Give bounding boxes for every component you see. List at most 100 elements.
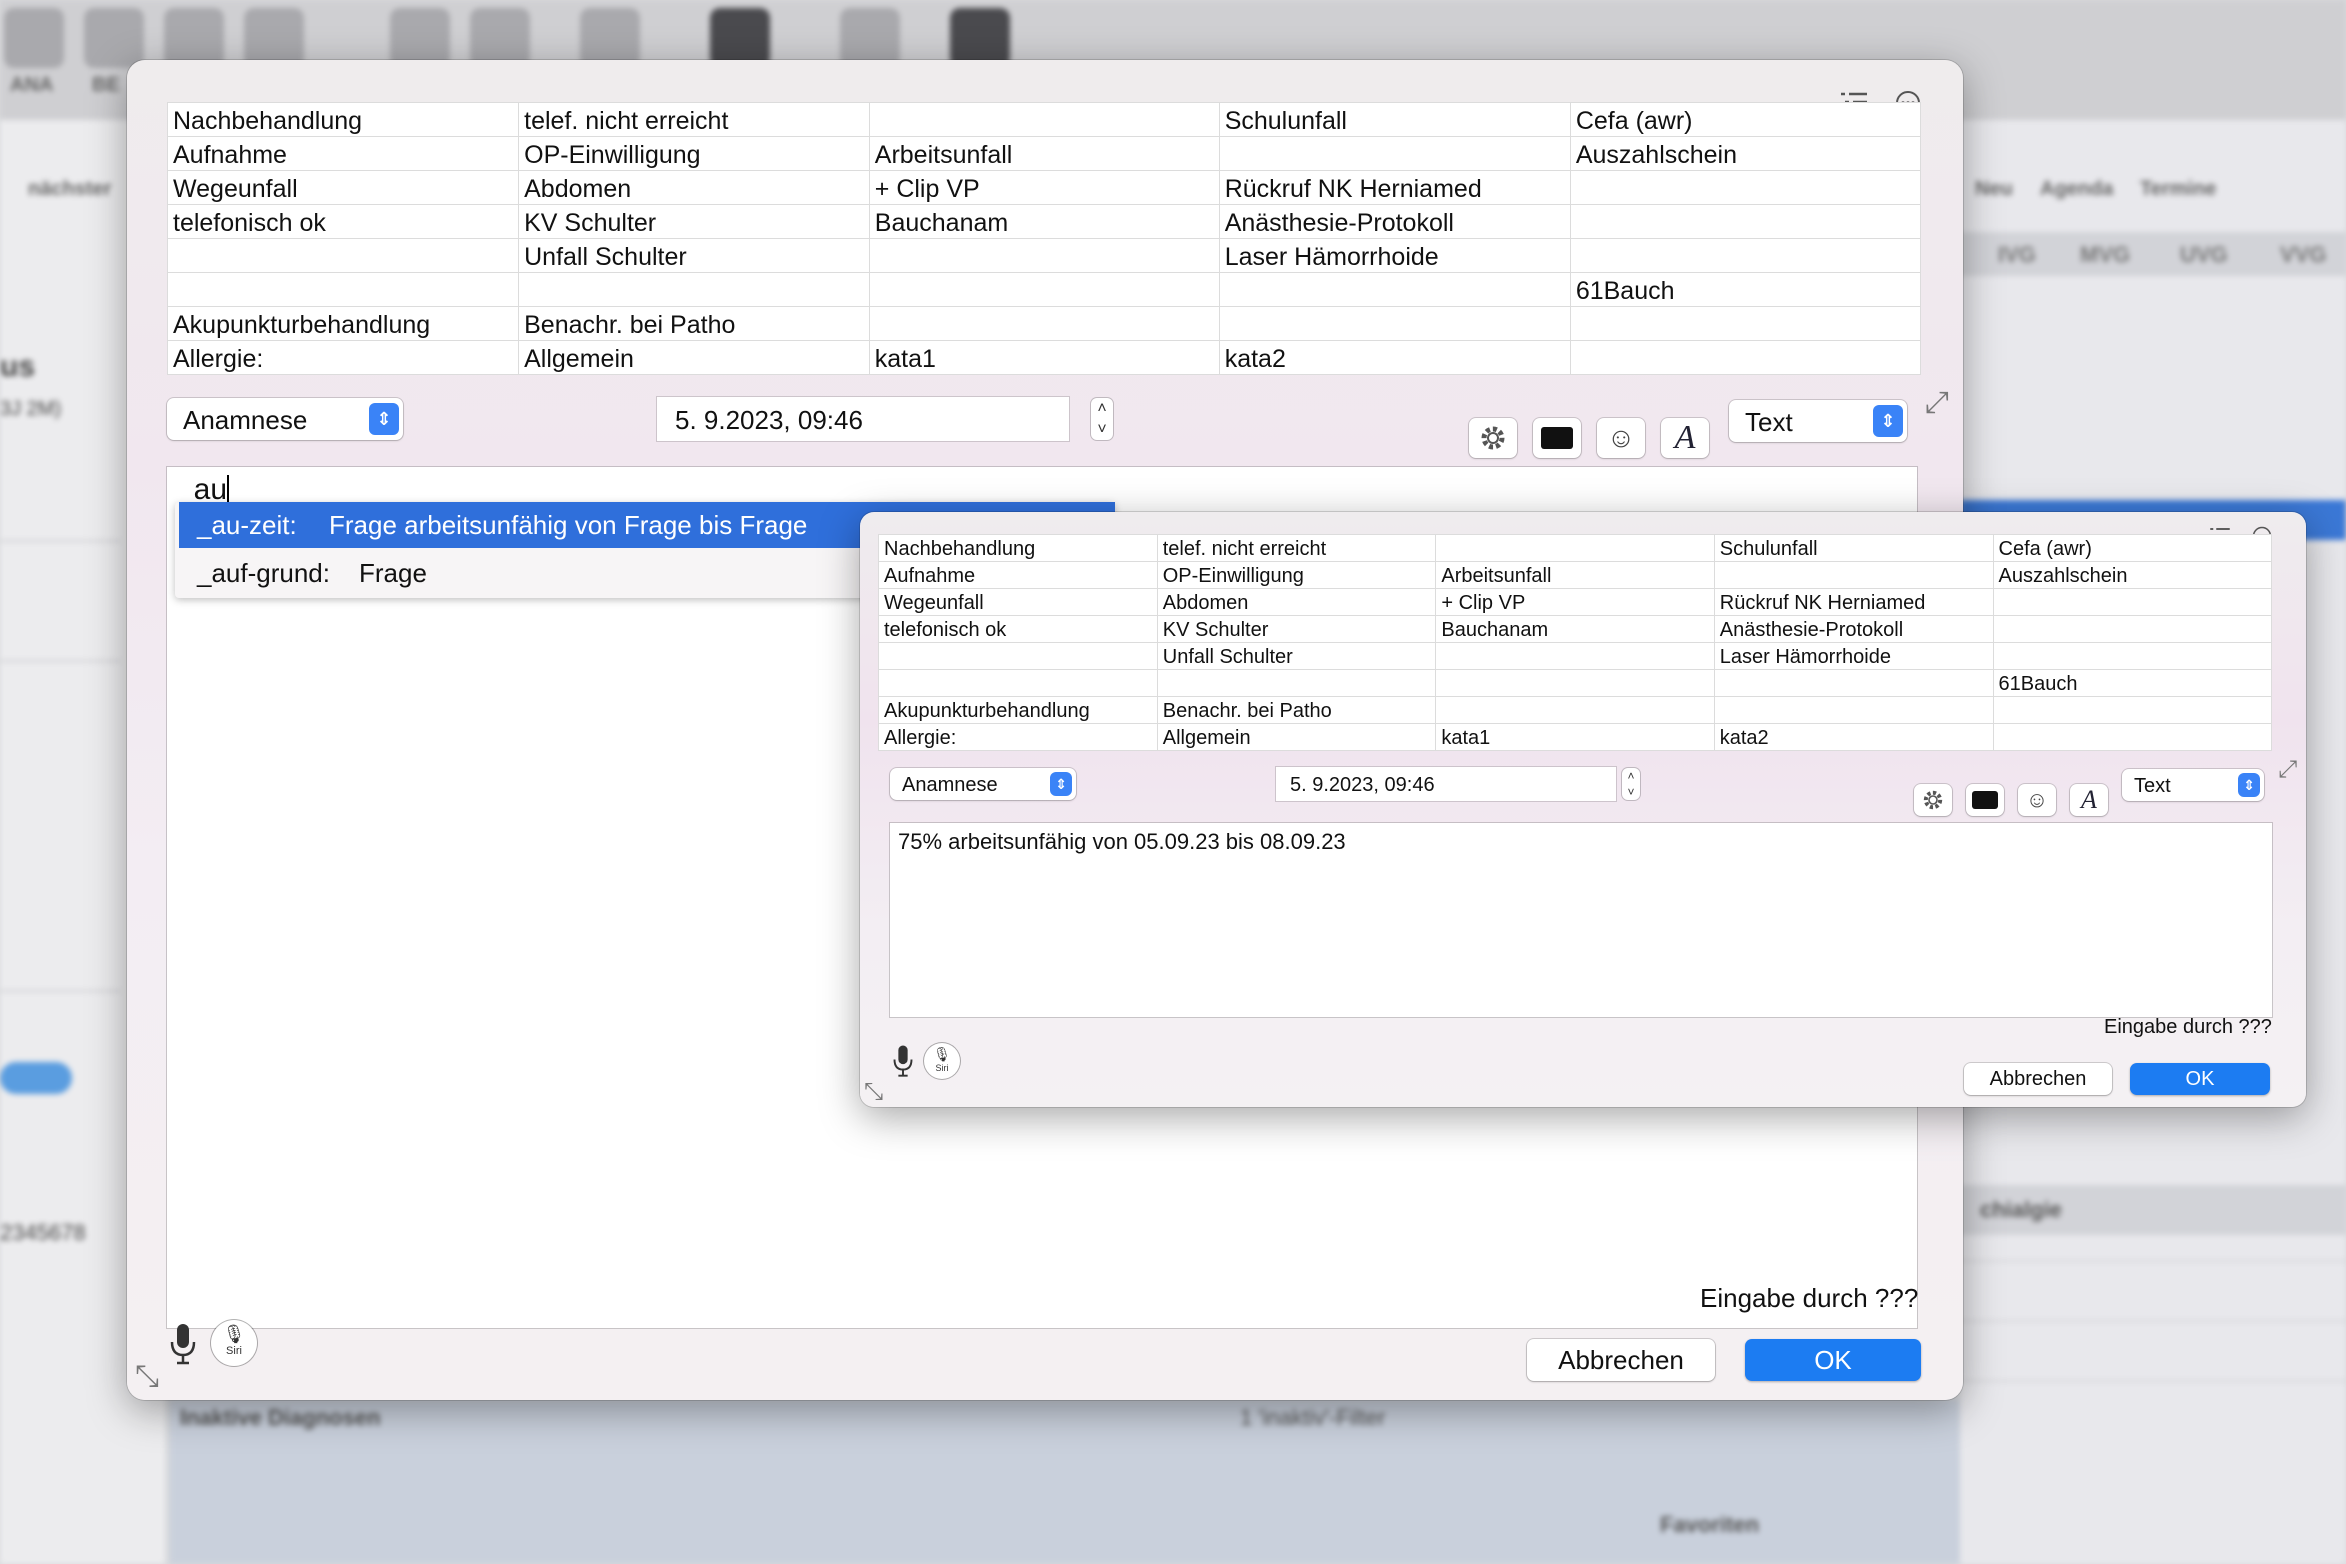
syringe-icon: [580, 8, 640, 68]
grid-cell[interactable]: Allergie:: [878, 723, 1158, 751]
grid-cell[interactable]: Allgemein: [1156, 723, 1437, 751]
grid-cell[interactable]: Wegeunfall: [878, 588, 1158, 616]
cancel-button[interactable]: Abbrechen: [1964, 1063, 2112, 1095]
grid-row: Allergie: Allgemein kata1 kata2: [878, 723, 2272, 751]
emoji-button[interactable]: ☺: [1597, 418, 1645, 458]
grid-cell[interactable]: Auszahlschein: [1992, 561, 2272, 589]
grid-cell[interactable]: Arbeitsunfall: [868, 136, 1220, 171]
grid-cell[interactable]: Bauchanam: [1435, 615, 1715, 643]
grid-cell[interactable]: kata2: [1713, 723, 1994, 751]
tab: UVG: [2180, 242, 2228, 267]
grid-cell[interactable]: Schulunfall: [1218, 102, 1571, 137]
grid-cell[interactable]: Cefa (awr): [1992, 534, 2272, 562]
filter-label: 1 'inaktiv'-Filter: [1240, 1405, 1386, 1430]
grid-cell[interactable]: OP-Einwilligung: [518, 136, 870, 171]
ok-button[interactable]: OK: [2130, 1063, 2270, 1095]
collapse-icon[interactable]: ⤡: [864, 1078, 883, 1106]
settings-button[interactable]: [1469, 418, 1517, 458]
grid-cell[interactable]: Rückruf NK Herniamed: [1218, 170, 1571, 205]
format-select[interactable]: Text ⇕: [2122, 769, 2264, 801]
ok-button[interactable]: OK: [1745, 1339, 1921, 1381]
text-editor[interactable]: 75% arbeitsunfähig von 05.09.23 bis 08.0…: [890, 823, 2272, 1017]
grid-cell[interactable]: Wegeunfall: [166, 170, 520, 205]
grid-cell[interactable]: kata1: [1435, 723, 1715, 751]
font-button[interactable]: A: [1661, 418, 1709, 458]
grid-cell[interactable]: + Clip VP: [868, 170, 1220, 205]
grid-cell[interactable]: KV Schulter: [518, 204, 870, 239]
grid-cell[interactable]: Abdomen: [1156, 588, 1437, 616]
grid-cell[interactable]: telefonisch ok: [878, 615, 1158, 643]
format-select[interactable]: Text ⇕: [1729, 400, 1907, 442]
settings-button[interactable]: [1914, 784, 1952, 816]
terminal-button[interactable]: [1966, 784, 2004, 816]
format-select-label: Text: [1745, 407, 1793, 437]
grid-cell[interactable]: Cefa (awr): [1569, 102, 1922, 137]
grid-cell[interactable]: Abdomen: [518, 170, 870, 205]
grid-cell[interactable]: kata2: [1218, 340, 1571, 375]
datetime-field[interactable]: 5. 9.2023, 09:46: [657, 397, 1069, 441]
grid-cell[interactable]: KV Schulter: [1156, 615, 1437, 643]
grid-cell[interactable]: Auszahlschein: [1569, 136, 1922, 171]
grid-cell[interactable]: + Clip VP: [1435, 588, 1715, 616]
grid-cell: [1992, 696, 2272, 724]
grid-cell[interactable]: Schulunfall: [1713, 534, 1994, 562]
grid-cell[interactable]: Akupunkturbehandlung: [878, 696, 1158, 724]
grid-cell[interactable]: Bauchanam: [868, 204, 1220, 239]
grid-row: Wegeunfall Abdomen + Clip VP Rückruf NK Her…: [166, 170, 1922, 205]
grid-cell[interactable]: Benachr. bei Patho: [518, 306, 870, 341]
grid-cell[interactable]: Benachr. bei Patho: [1156, 696, 1437, 724]
chevron-updown-icon: ⇕: [369, 403, 399, 435]
grid-cell[interactable]: Arbeitsunfall: [1435, 561, 1715, 589]
status-badge: [0, 1062, 72, 1094]
datetime-stepper[interactable]: ˄ ˅: [1622, 768, 1640, 800]
grid-cell[interactable]: OP-Einwilligung: [1156, 561, 1437, 589]
grid-cell[interactable]: Allergie:: [166, 340, 520, 375]
category-select[interactable]: Anamnese ⇕: [167, 398, 403, 440]
collapse-icon[interactable]: ⤡: [135, 1360, 159, 1394]
grid-cell[interactable]: telef. nicht erreicht: [1156, 534, 1437, 562]
expand-icon[interactable]: ⤢: [2278, 756, 2297, 784]
grid-cell[interactable]: Nachbehandlung: [166, 102, 520, 137]
siri-label: Siri: [226, 1345, 242, 1357]
grid-cell[interactable]: Unfall Schulter: [1156, 642, 1437, 670]
grid-cell: [1218, 306, 1571, 341]
grid-cell: [1569, 170, 1922, 205]
grid-cell[interactable]: telef. nicht erreicht: [518, 102, 870, 137]
microphone-icon[interactable]: [169, 1322, 197, 1366]
grid-cell[interactable]: Nachbehandlung: [878, 534, 1158, 562]
cancel-button[interactable]: Abbrechen: [1527, 1339, 1715, 1381]
grid-cell[interactable]: 61Bauch: [1569, 272, 1922, 307]
grid-cell[interactable]: Aufnahme: [166, 136, 520, 171]
grid-cell[interactable]: Unfall Schulter: [518, 238, 870, 273]
grid-cell: [1569, 238, 1922, 273]
bg-section: chialgie: [1960, 1185, 2346, 1235]
grid-cell[interactable]: kata1: [868, 340, 1220, 375]
grid-cell[interactable]: Rückruf NK Herniamed: [1713, 588, 1994, 616]
microphone-icon[interactable]: [892, 1044, 914, 1078]
grid-cell[interactable]: telefonisch ok: [166, 204, 520, 239]
toolbar-label: ANA: [10, 74, 54, 96]
grid-cell[interactable]: Allgemein: [518, 340, 870, 375]
autocomplete-value: Frage arbeitsunfähig von Frage bis Frage: [329, 510, 808, 540]
person-icon: [84, 8, 144, 68]
grid-cell[interactable]: Akupunkturbehandlung: [166, 306, 520, 341]
datetime-field[interactable]: 5. 9.2023, 09:46: [1276, 767, 1616, 801]
siri-button[interactable]: 🎙 Siri: [924, 1043, 960, 1079]
terminal-button[interactable]: [1533, 418, 1581, 458]
siri-button[interactable]: 🎙 Siri: [211, 1320, 257, 1366]
grid-cell[interactable]: Aufnahme: [878, 561, 1158, 589]
grid-cell[interactable]: Anästhesie-Protokoll: [1218, 204, 1571, 239]
toolbar-label: Termine: [2140, 178, 2217, 200]
grid-cell: [1435, 534, 1715, 562]
expand-icon[interactable]: ⤢: [1925, 386, 1949, 420]
emoji-button[interactable]: ☺: [2018, 784, 2056, 816]
grid-cell: [1992, 723, 2272, 751]
grid-cell[interactable]: Laser Hämorrhoide: [1218, 238, 1571, 273]
font-button[interactable]: A: [2070, 784, 2108, 816]
siri-mic-icon: 🎙: [222, 1324, 246, 1344]
grid-cell[interactable]: Laser Hämorrhoide: [1713, 642, 1994, 670]
grid-cell[interactable]: 61Bauch: [1992, 669, 2272, 697]
datetime-stepper[interactable]: ˄ ˅: [1091, 398, 1113, 440]
grid-cell[interactable]: Anästhesie-Protokoll: [1713, 615, 1994, 643]
category-select[interactable]: Anamnese ⇕: [890, 768, 1076, 800]
